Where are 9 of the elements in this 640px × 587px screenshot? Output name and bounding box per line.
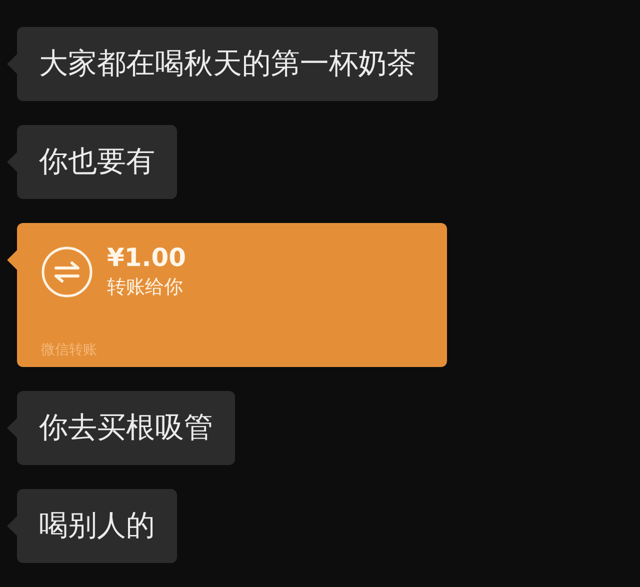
message-bubble: 喝别人的 — [17, 489, 177, 563]
transfer-icon — [41, 246, 93, 298]
transfer-note: 转账给你 — [107, 275, 184, 300]
message-bubble: 大家都在喝秋天的第一杯奶茶 — [17, 27, 438, 101]
message-bubble: 你也要有 — [17, 125, 177, 199]
message-bubble: 你去买根吸管 — [17, 391, 235, 465]
transfer-card[interactable]: ¥1.00 转账给你 微信转账 — [17, 223, 447, 367]
transfer-amount: ¥1.00 — [107, 243, 186, 272]
transfer-label: 微信转账 — [41, 341, 98, 359]
